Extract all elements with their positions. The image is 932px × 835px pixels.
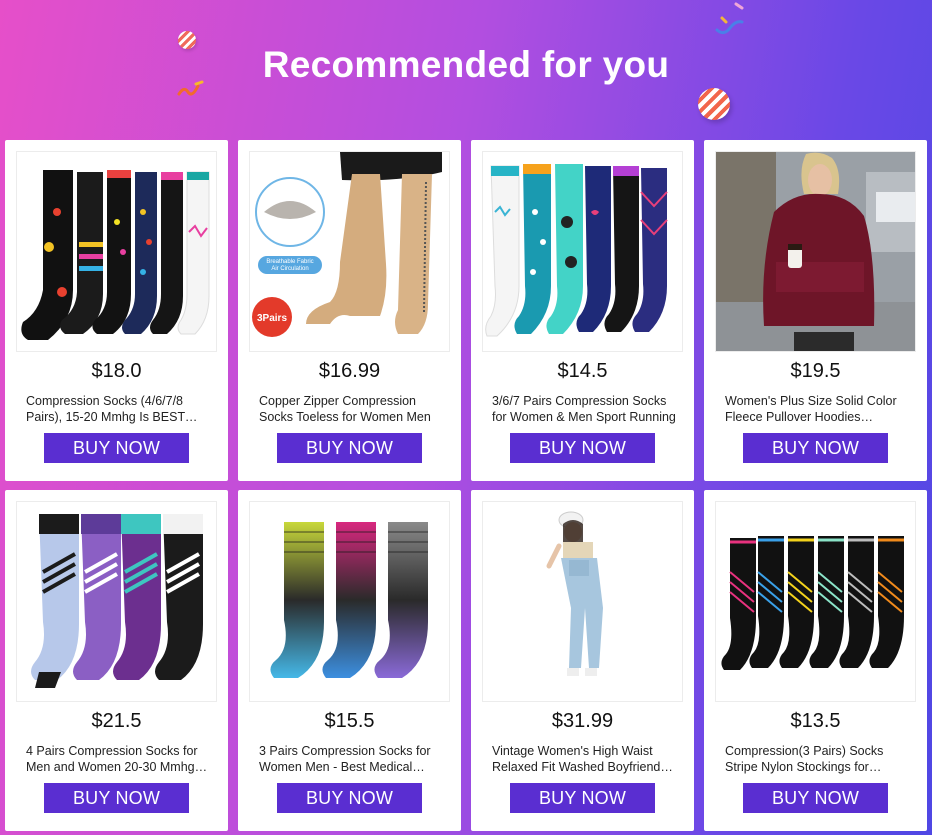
product-price: $16.99	[318, 360, 381, 382]
image-badge-text: 3Pairs	[257, 313, 287, 324]
product-image-frame[interactable]	[249, 501, 450, 702]
product-title[interactable]: Vintage Women's High Waist Relaxed Fit W…	[492, 743, 678, 775]
product-title[interactable]: 4 Pairs Compression Socks for Men and Wo…	[26, 743, 212, 775]
zipper-compression-socks-image: Breathable Fabric Air Circulation 3Pairs	[250, 152, 449, 351]
product-card[interactable]: $19.5 Women's Plus Size Solid Color Flee…	[704, 140, 927, 481]
buy-now-button[interactable]: BUY NOW	[743, 783, 888, 813]
product-price: $15.5	[324, 710, 375, 732]
buy-now-button[interactable]: BUY NOW	[44, 783, 189, 813]
product-image-frame[interactable]	[16, 501, 217, 702]
product-title[interactable]: Women's Plus Size Solid Color Fleece Pul…	[725, 393, 911, 425]
product-card[interactable]: $13.5 Compression(3 Pairs) Socks Stripe …	[704, 490, 927, 831]
buy-now-button[interactable]: BUY NOW	[510, 433, 655, 463]
product-card[interactable]: $31.99 Vintage Women's High Waist Relaxe…	[471, 490, 694, 831]
image-caption-text: Air Circulation	[271, 266, 308, 272]
product-image-frame[interactable]	[482, 501, 683, 702]
product-image-frame[interactable]	[715, 151, 916, 352]
image-caption-text: Breathable Fabric	[266, 259, 313, 265]
buy-now-button[interactable]: BUY NOW	[44, 433, 189, 463]
burgundy-hoodie-image	[716, 152, 915, 351]
product-grid: $18.0 Compression Socks (4/6/7/8 Pairs),…	[0, 0, 932, 835]
product-image-frame[interactable]	[715, 501, 916, 702]
product-price: $21.5	[91, 710, 142, 732]
product-image-frame[interactable]: Breathable Fabric Air Circulation 3Pairs	[249, 151, 450, 352]
product-price: $14.5	[557, 360, 608, 382]
striped-compression-socks-image	[17, 502, 216, 701]
patterned-compression-socks-image	[483, 152, 682, 351]
product-price: $19.5	[790, 360, 841, 382]
product-price: $18.0	[91, 360, 142, 382]
product-card[interactable]: $14.5 3/6/7 Pairs Compression Socks for …	[471, 140, 694, 481]
product-title[interactable]: Compression Socks (4/6/7/8 Pairs), 15-20…	[26, 393, 212, 425]
product-title[interactable]: Copper Zipper Compression Socks Toeless …	[259, 393, 445, 425]
buy-now-button[interactable]: BUY NOW	[743, 433, 888, 463]
product-card[interactable]: $15.5 3 Pairs Compression Socks for Wome…	[238, 490, 461, 831]
black-stripe-compression-socks-image	[716, 502, 915, 701]
product-title[interactable]: 3/6/7 Pairs Compression Socks for Women …	[492, 393, 678, 425]
buy-now-button[interactable]: BUY NOW	[510, 783, 655, 813]
product-price: $31.99	[551, 710, 614, 732]
colorful-compression-socks-image	[17, 152, 216, 351]
gradient-compression-socks-image	[250, 502, 449, 701]
product-card[interactable]: $18.0 Compression Socks (4/6/7/8 Pairs),…	[5, 140, 228, 481]
product-price: $13.5	[790, 710, 841, 732]
denim-overalls-image	[483, 502, 682, 701]
product-title[interactable]: Compression(3 Pairs) Socks Stripe Nylon …	[725, 743, 911, 775]
product-card[interactable]: Breathable Fabric Air Circulation 3Pairs…	[238, 140, 461, 481]
product-card[interactable]: $21.5 4 Pairs Compression Socks for Men …	[5, 490, 228, 831]
product-title[interactable]: 3 Pairs Compression Socks for Women Men …	[259, 743, 445, 775]
buy-now-button[interactable]: BUY NOW	[277, 433, 422, 463]
buy-now-button[interactable]: BUY NOW	[277, 783, 422, 813]
product-image-frame[interactable]	[482, 151, 683, 352]
product-image-frame[interactable]	[16, 151, 217, 352]
